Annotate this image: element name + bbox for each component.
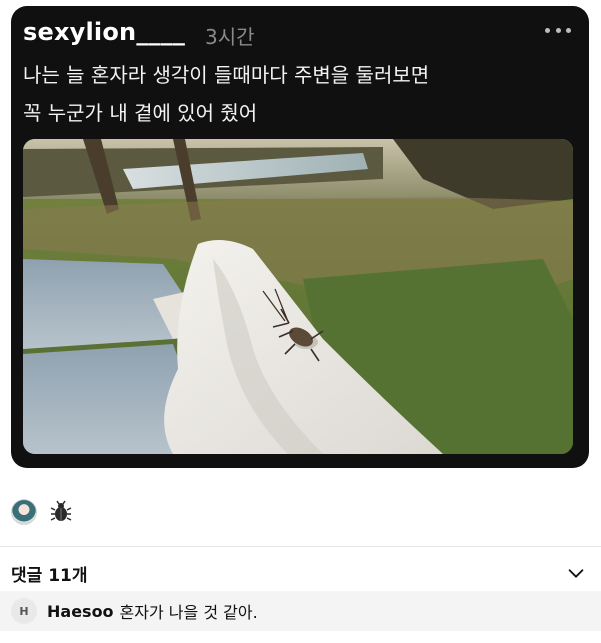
- post-header: sexylion____ 3시간: [23, 16, 577, 50]
- post-text-line: 나는 늘 혼자라 생각이 들때마다 주변을 둘러보면: [23, 63, 430, 87]
- comments-header[interactable]: 댓글 11개: [11, 555, 587, 591]
- post-text: 나는 늘 혼자라 생각이 들때마다 주변을 둘러보면 꼭 누군가 내 곁에 있어…: [23, 56, 575, 132]
- divider: [0, 546, 601, 547]
- comment-text: 혼자가 나을 것 같아.: [119, 603, 258, 622]
- comment-author[interactable]: Haesoo: [47, 602, 114, 621]
- comment-item[interactable]: H Haesoo 혼자가 나을 것 같아.: [0, 591, 601, 631]
- bug-icon[interactable]: [49, 500, 73, 524]
- comment-avatar[interactable]: H: [11, 598, 37, 624]
- reactions-row: [11, 496, 73, 528]
- post-username[interactable]: sexylion____: [23, 18, 185, 46]
- post-timestamp: 3시간: [205, 25, 255, 49]
- comments-count: 댓글 11개: [11, 565, 88, 586]
- post-card[interactable]: sexylion____ 3시간 나는 늘 혼자라 생각이 들때마다 주변을 둘…: [11, 6, 589, 468]
- photo-scene: [23, 139, 573, 454]
- post-photo[interactable]: [23, 139, 573, 454]
- more-options-icon[interactable]: [545, 24, 571, 36]
- reactor-avatar[interactable]: [11, 499, 37, 525]
- chevron-down-icon[interactable]: [565, 562, 587, 584]
- post-text-line: 꼭 누군가 내 곁에 있어 줬어: [23, 101, 258, 125]
